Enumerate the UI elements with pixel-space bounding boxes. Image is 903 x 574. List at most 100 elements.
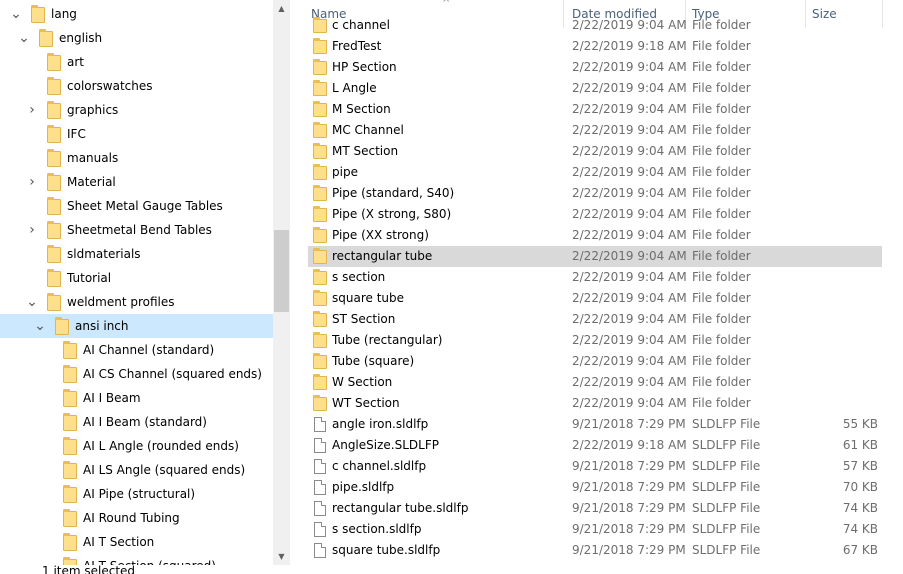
folder-icon (313, 122, 327, 138)
nav-item-label: Sheet Metal Gauge Tables (67, 199, 223, 213)
file-type: SLDLFP File (692, 438, 761, 452)
file-name: pipe.sldlfp (332, 480, 395, 494)
file-row[interactable]: angle iron.sldlfp 9/21/2018 7:29 PM SLDLFP… (308, 414, 882, 435)
file-name: rectangular tube (332, 249, 433, 263)
nav-item[interactable]: Tutorial (0, 266, 273, 290)
nav-item[interactable]: sldmaterials (0, 242, 273, 266)
date-modified: 2/22/2019 9:04 AM (572, 102, 687, 116)
folder-row[interactable]: W Section 2/22/2019 9:04 AM File folder (308, 372, 882, 393)
folder-icon (47, 149, 61, 167)
folder-row[interactable]: M Section 2/22/2019 9:04 AM File folder (308, 99, 882, 120)
chevron-down-icon[interactable]: ⌄ (34, 318, 46, 334)
folder-row[interactable]: HP Section 2/22/2019 9:04 AM File folder (308, 57, 882, 78)
nav-item[interactable]: AI L Angle (rounded ends) (0, 434, 273, 458)
file-name: WT Section (332, 396, 400, 410)
folder-row[interactable]: ST Section 2/22/2019 9:04 AM File folder (308, 309, 882, 330)
nav-item[interactable]: ⌄ lang (0, 2, 273, 26)
file-type: File folder (692, 312, 751, 326)
file-type: File folder (692, 207, 751, 221)
date-modified: 2/22/2019 9:04 AM (572, 312, 687, 326)
file-size: 57 KB (842, 459, 878, 473)
nav-item-label: AI LS Angle (squared ends) (83, 463, 246, 477)
folder-icon (47, 293, 61, 311)
chevron-down-icon[interactable]: ⌄ (26, 294, 38, 310)
folder-icon (63, 365, 77, 383)
column-divider[interactable] (882, 0, 883, 28)
file-row[interactable]: c channel.sldlfp 9/21/2018 7:29 PM SLDLFP … (308, 456, 882, 477)
scroll-down-arrow-icon[interactable]: ▼ (273, 548, 290, 565)
nav-item[interactable]: ⌄ ansi inch (0, 314, 273, 338)
file-name: HP Section (332, 60, 397, 74)
folder-row[interactable]: MT Section 2/22/2019 9:04 AM File folder (308, 141, 882, 162)
folder-row[interactable]: pipe 2/22/2019 9:04 AM File folder (308, 162, 882, 183)
chevron-down-icon[interactable]: ⌄ (10, 6, 22, 22)
folder-row[interactable]: square tube 2/22/2019 9:04 AM File folder (308, 288, 882, 309)
folder-row[interactable]: rectangular tube 2/22/2019 9:04 AM File fo… (308, 246, 882, 267)
nav-scrollbar[interactable]: ▲ ▼ (273, 0, 290, 565)
chevron-right-icon[interactable]: › (26, 174, 38, 190)
folder-row[interactable]: Pipe (XX strong) 2/22/2019 9:04 AM File fo… (308, 225, 882, 246)
folder-row[interactable]: s section 2/22/2019 9:04 AM File folder (308, 267, 882, 288)
file-row[interactable]: s section.sldlfp 9/21/2018 7:29 PM SLDLFP … (308, 519, 882, 540)
scrollbar-thumb[interactable] (274, 230, 289, 312)
chevron-right-icon[interactable]: › (26, 222, 38, 238)
nav-item[interactable]: ⌄ english (0, 26, 273, 50)
folder-row[interactable]: c channel 2/22/2019 9:04 AM File folder (308, 15, 882, 36)
date-modified: 2/22/2019 9:18 AM (572, 39, 687, 53)
file-row[interactable]: square tube.sldlfp 9/21/2018 7:29 PM SLDLF… (308, 540, 882, 561)
nav-item[interactable]: AI I Beam (0, 386, 273, 410)
folder-row[interactable]: WT Section 2/22/2019 9:04 AM File folder (308, 393, 882, 414)
folder-icon (63, 533, 77, 551)
nav-item[interactable]: AI LS Angle (squared ends) (0, 458, 273, 482)
nav-item[interactable]: ⌄ weldment profiles (0, 290, 273, 314)
file-row[interactable]: AngleSize.SLDLFP 2/22/2019 9:18 AM SLDLFP … (308, 435, 882, 456)
nav-item[interactable]: AI T Section (0, 530, 273, 554)
nav-item[interactable]: AI I Beam (standard) (0, 410, 273, 434)
date-modified: 2/22/2019 9:04 AM (572, 354, 687, 368)
nav-item[interactable]: Sheet Metal Gauge Tables (0, 194, 273, 218)
file-type: File folder (692, 123, 751, 137)
folder-row[interactable]: Tube (square) 2/22/2019 9:04 AM File folde… (308, 351, 882, 372)
folder-icon (313, 353, 327, 369)
date-modified: 2/22/2019 9:04 AM (572, 291, 687, 305)
folder-row[interactable]: Pipe (standard, S40) 2/22/2019 9:04 AM Fil… (308, 183, 882, 204)
nav-item[interactable]: AI Pipe (structural) (0, 482, 273, 506)
file-row[interactable]: rectangular tube.sldlfp 9/21/2018 7:29 PM… (308, 498, 882, 519)
nav-item[interactable]: › graphics (0, 98, 273, 122)
folder-row[interactable]: MC Channel 2/22/2019 9:04 AM File folder (308, 120, 882, 141)
nav-item[interactable]: AI CS Channel (squared ends) (0, 362, 273, 386)
nav-item[interactable]: AI Channel (standard) (0, 338, 273, 362)
nav-item[interactable]: › Material (0, 170, 273, 194)
folder-row[interactable]: Tube (rectangular) 2/22/2019 9:04 AM File … (308, 330, 882, 351)
folder-icon (47, 101, 61, 119)
file-name: s section (332, 270, 386, 284)
nav-item[interactable]: colorswatches (0, 74, 273, 98)
date-modified: 2/22/2019 9:04 AM (572, 144, 687, 158)
file-type: SLDLFP File (692, 480, 761, 494)
chevron-right-icon[interactable]: › (26, 102, 38, 118)
file-type: File folder (692, 102, 751, 116)
scroll-up-arrow-icon[interactable]: ▲ (273, 0, 290, 17)
file-name: FredTest (332, 39, 382, 53)
folder-row[interactable]: FredTest 2/22/2019 9:18 AM File folder (308, 36, 882, 57)
file-type: SLDLFP File (692, 522, 761, 536)
folder-row[interactable]: Pipe (X strong, S80) 2/22/2019 9:04 AM Fil… (308, 204, 882, 225)
file-name: W Section (332, 375, 393, 389)
folder-row[interactable]: L Angle 2/22/2019 9:04 AM File folder (308, 78, 882, 99)
file-type: File folder (692, 60, 751, 74)
file-name: angle iron.sldlfp (332, 417, 429, 431)
chevron-down-icon[interactable]: ⌄ (18, 30, 30, 46)
folder-icon (47, 125, 61, 143)
folder-icon (63, 485, 77, 503)
nav-item[interactable]: › Sheetmetal Bend Tables (0, 218, 273, 242)
nav-item[interactable]: AI Round Tubing (0, 506, 273, 530)
file-name: Pipe (XX strong) (332, 228, 429, 242)
file-icon (314, 438, 326, 453)
file-row[interactable]: pipe.sldlfp 9/21/2018 7:29 PM SLDLFP File 7… (308, 477, 882, 498)
nav-item[interactable]: IFC (0, 122, 273, 146)
date-modified: 2/22/2019 9:04 AM (572, 333, 687, 347)
nav-item[interactable]: manuals (0, 146, 273, 170)
nav-item[interactable]: art (0, 50, 273, 74)
file-icon (314, 417, 326, 432)
nav-item-label: AI T Section (83, 535, 155, 549)
